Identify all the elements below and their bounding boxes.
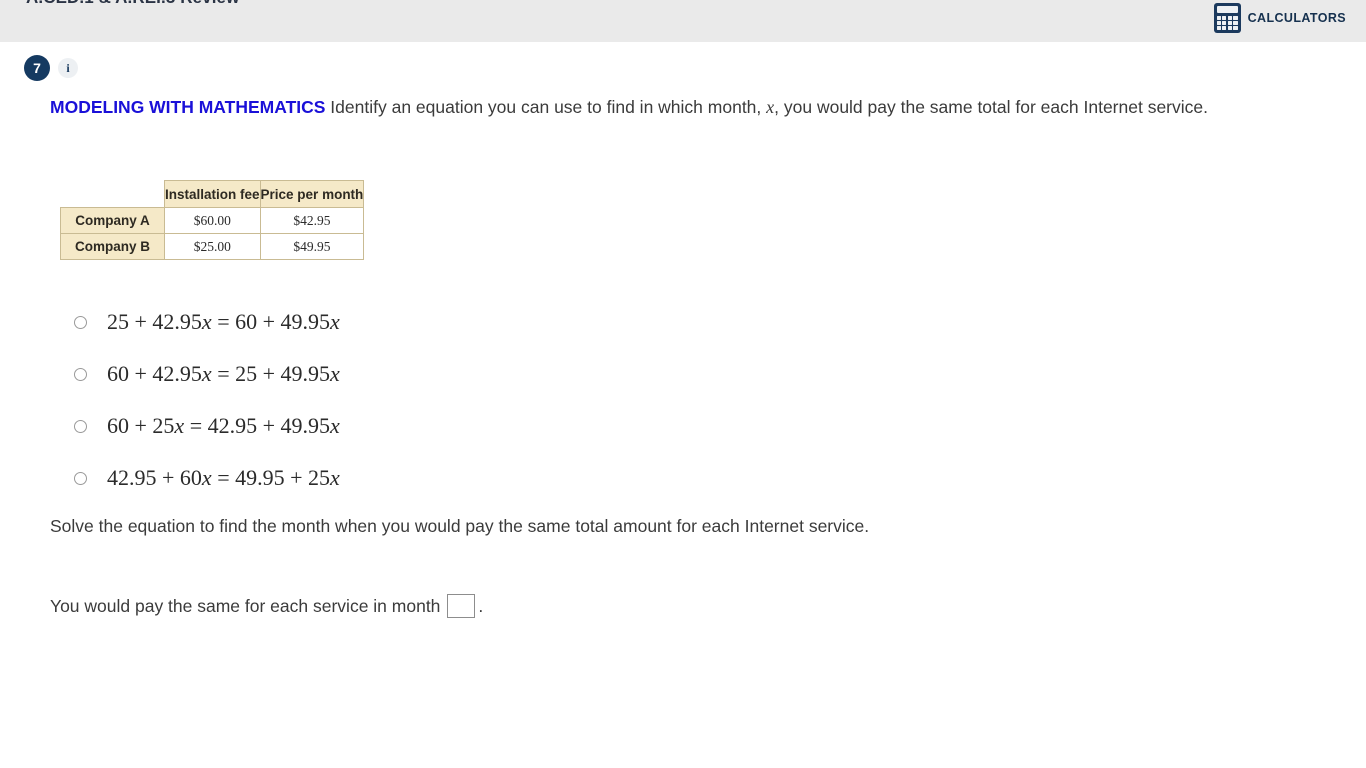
row-header-company-a: Company A: [60, 207, 165, 234]
radio-button-3[interactable]: [74, 419, 87, 433]
skill-tag: MODELING WITH MATHEMATICS: [50, 97, 326, 117]
prompt-text-1: Identify an equation you can use to find…: [325, 97, 767, 117]
table-row: Company A $60.00 $42.95: [60, 207, 365, 234]
table-row: Company B $25.00 $49.95: [60, 233, 365, 260]
radio-button-4[interactable]: [74, 471, 87, 485]
calculators-label: CALCULATORS: [1247, 11, 1346, 25]
answer-choices: 25 + 42.95x = 60 + 49.95x 60 + 42.95x = …: [74, 296, 340, 504]
page-title: A.CED.1 & A.REI.3 Review: [26, 0, 239, 8]
prompt-variable: x: [766, 97, 775, 117]
choice-option-4[interactable]: 42.95 + 60x = 49.95 + 25x: [74, 452, 340, 504]
question-meta: 7 i: [24, 55, 78, 81]
row-header-company-b: Company B: [60, 233, 165, 260]
choice-equation-2: 60 + 42.95x = 25 + 49.95x: [107, 361, 340, 386]
column-header-price-per-month: Price per month: [259, 180, 365, 208]
cell-company-b-price: $49.95: [259, 233, 365, 260]
cell-company-a-price: $42.95: [259, 207, 365, 234]
radio-button-1[interactable]: [74, 315, 87, 329]
solve-instruction: Solve the equation to find the month whe…: [50, 516, 870, 536]
pricing-table: Installation fee Price per month Company…: [60, 180, 365, 260]
question-page: A.CED.1 & A.REI.3 Review CALCULATORS 7 i…: [0, 0, 1366, 768]
choice-equation-1: 25 + 42.95x = 60 + 49.95x: [107, 309, 340, 334]
question-prompt: MODELING WITH MATHEMATICS Identify an eq…: [50, 93, 1320, 121]
choice-option-2[interactable]: 60 + 42.95x = 25 + 49.95x: [74, 348, 340, 400]
radio-button-2[interactable]: [74, 367, 87, 381]
table-corner-cell: [60, 180, 165, 208]
choice-option-3[interactable]: 60 + 25x = 42.95 + 49.95x: [74, 400, 340, 452]
info-icon[interactable]: i: [58, 58, 78, 78]
table-header-row: Installation fee Price per month: [60, 180, 365, 208]
bottom-toolbar: Check ? Help PREV ...456789·... NEXT 1 o…: [0, 706, 1366, 768]
calculator-icon: [1213, 3, 1241, 33]
calculators-button[interactable]: CALCULATORS: [1213, 3, 1346, 33]
answer-input[interactable]: [447, 594, 476, 618]
cell-company-a-installation: $60.00: [164, 207, 261, 234]
choice-option-1[interactable]: 25 + 42.95x = 60 + 49.95x: [74, 296, 340, 348]
column-header-installation-fee: Installation fee: [164, 180, 261, 208]
answer-sentence: You would pay the same for each service …: [50, 594, 483, 618]
question-number-badge: 7: [24, 55, 50, 81]
choice-equation-4: 42.95 + 60x = 49.95 + 25x: [107, 465, 340, 490]
choice-equation-3: 60 + 25x = 42.95 + 49.95x: [107, 413, 340, 438]
cell-company-b-installation: $25.00: [164, 233, 261, 260]
answer-suffix: .: [478, 595, 484, 616]
app-header: A.CED.1 & A.REI.3 Review CALCULATORS: [0, 0, 1366, 42]
answer-prefix: You would pay the same for each service …: [50, 595, 441, 616]
prompt-text-2: , you would pay the same total for each …: [774, 97, 1208, 117]
